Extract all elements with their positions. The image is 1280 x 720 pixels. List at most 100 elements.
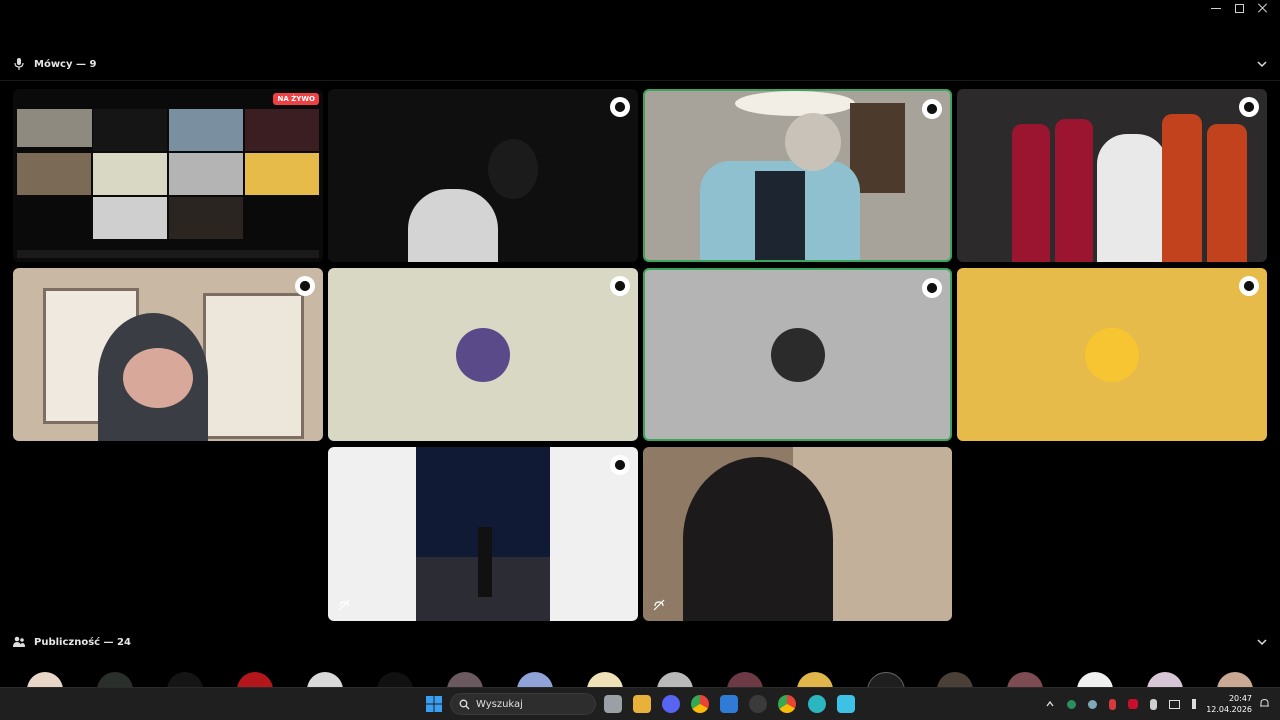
- participant-figure: [683, 457, 833, 621]
- avatar-tile[interactable]: [957, 268, 1267, 441]
- notification-bell-icon[interactable]: [1259, 698, 1270, 709]
- stream-watch-icon[interactable]: [610, 455, 630, 475]
- microphone-icon[interactable]: [1150, 698, 1157, 710]
- chrome-icon[interactable]: [778, 695, 796, 713]
- notepad-icon[interactable]: [837, 695, 855, 713]
- chevron-down-icon[interactable]: [1256, 636, 1268, 648]
- mic-muted-icon[interactable]: [1109, 698, 1116, 710]
- audience-avatar[interactable]: [1077, 672, 1113, 688]
- stream-tile-screenshare[interactable]: NA ŻYWO: [13, 89, 323, 262]
- participant-figure: [488, 139, 538, 199]
- stream-preview-thumb: [17, 109, 92, 147]
- stream-preview-thumb: [17, 153, 91, 195]
- chevron-down-icon[interactable]: [1256, 58, 1268, 70]
- audience-avatar[interactable]: [1217, 672, 1253, 688]
- window-controls: [1188, 0, 1280, 16]
- stream-preview-thumb: [169, 109, 243, 151]
- speakers-header[interactable]: Mówcy — 9: [0, 52, 1280, 76]
- avatar: [770, 327, 825, 382]
- avatar-tile[interactable]: [328, 268, 638, 441]
- manga-panel: [328, 447, 416, 621]
- volume-icon[interactable]: [1192, 699, 1202, 709]
- audience-avatar[interactable]: [867, 672, 905, 688]
- video-tile[interactable]: [643, 447, 952, 621]
- avatar-tile[interactable]: [328, 447, 638, 621]
- clock-date: 12.04.2026: [1206, 705, 1252, 714]
- minimize-icon[interactable]: [1211, 3, 1221, 13]
- bottle: [1162, 114, 1202, 262]
- windows-taskbar: Wyszukaj 20:47 12.04.2026: [0, 687, 1280, 720]
- chevron-up-icon[interactable]: [1045, 699, 1055, 709]
- audience-avatar[interactable]: [377, 672, 413, 688]
- file-explorer-icon[interactable]: [633, 695, 651, 713]
- tray-app-icon[interactable]: [1128, 699, 1138, 709]
- avatar-tile-speaking[interactable]: [643, 268, 952, 441]
- stream-watch-icon[interactable]: [922, 99, 942, 119]
- audience-avatar[interactable]: [307, 672, 343, 688]
- stream-watch-icon[interactable]: [295, 276, 315, 296]
- audience-avatar[interactable]: [447, 672, 483, 688]
- stream-preview-thumb: [93, 197, 167, 239]
- audience-avatar[interactable]: [517, 672, 553, 688]
- audience-avatar[interactable]: [797, 672, 833, 688]
- audience-avatar[interactable]: [97, 672, 133, 688]
- clock-time: 20:47: [1228, 694, 1252, 703]
- stream-watch-icon[interactable]: [610, 276, 630, 296]
- stream-preview-avatar-strip: [17, 250, 319, 258]
- task-view-icon[interactable]: [604, 695, 622, 713]
- bottle: [1207, 124, 1247, 262]
- window: [203, 293, 304, 439]
- stream-preview-thumb: [93, 153, 167, 195]
- steam-icon[interactable]: [749, 695, 767, 713]
- avatar: [456, 327, 510, 382]
- video-tile-speaking[interactable]: [643, 89, 952, 262]
- participant-figure: [785, 113, 841, 171]
- deafened-icon: [338, 599, 350, 611]
- chrome-icon[interactable]: [691, 695, 709, 713]
- windows-start-icon[interactable]: [425, 695, 443, 713]
- stream-preview-thumb: [169, 197, 243, 239]
- audience-avatar[interactable]: [587, 672, 623, 688]
- audience-avatar[interactable]: [237, 672, 273, 688]
- audience-avatar[interactable]: [1007, 672, 1043, 688]
- video-tile[interactable]: [13, 268, 323, 441]
- stream-preview-thumb: [93, 109, 167, 151]
- deafened-icon: [653, 599, 665, 611]
- search-placeholder: Wyszukaj: [476, 698, 523, 710]
- tray-app-icon[interactable]: [1067, 699, 1076, 709]
- audience-icon: [13, 636, 25, 647]
- snipping-tool-icon[interactable]: [720, 695, 738, 713]
- audience-avatar[interactable]: [1147, 672, 1183, 688]
- audience-avatar[interactable]: [727, 672, 763, 688]
- search-icon: [459, 699, 470, 709]
- participant-figure: [755, 171, 805, 260]
- audience-avatar[interactable]: [657, 672, 693, 688]
- stream-preview-thumb: [169, 153, 243, 195]
- stream-watch-icon[interactable]: [922, 278, 942, 298]
- audience-count-label: Publiczność — 24: [34, 636, 131, 648]
- edge-icon[interactable]: [808, 695, 826, 713]
- stream-watch-icon[interactable]: [1239, 97, 1259, 117]
- audience-header[interactable]: Publiczność — 24: [0, 630, 1280, 654]
- discord-icon[interactable]: [662, 695, 680, 713]
- stream-watch-icon[interactable]: [1239, 276, 1259, 296]
- live-badge: NA ŻYWO: [273, 93, 319, 105]
- audience-avatar-row: [0, 672, 1280, 688]
- participant-figure: [1097, 134, 1167, 262]
- stream-preview-thumb: [245, 153, 319, 195]
- video-tile[interactable]: [328, 89, 638, 262]
- taskbar-search-input[interactable]: Wyszukaj: [450, 693, 596, 715]
- audience-avatar[interactable]: [937, 672, 973, 688]
- close-icon[interactable]: [1258, 3, 1268, 13]
- audience-avatar[interactable]: [167, 672, 203, 688]
- network-icon[interactable]: [1169, 699, 1180, 709]
- tray-app-icon[interactable]: [1088, 699, 1097, 709]
- stream-preview-thumb: [245, 109, 319, 151]
- maximize-icon[interactable]: [1235, 3, 1244, 13]
- taskbar-clock[interactable]: 20:47 12.04.2026: [1206, 693, 1252, 715]
- lamp-light: [735, 91, 855, 116]
- stream-watch-icon[interactable]: [610, 97, 630, 117]
- video-tile[interactable]: [957, 89, 1267, 262]
- speakers-count-label: Mówcy — 9: [34, 58, 97, 70]
- audience-avatar[interactable]: [27, 672, 63, 688]
